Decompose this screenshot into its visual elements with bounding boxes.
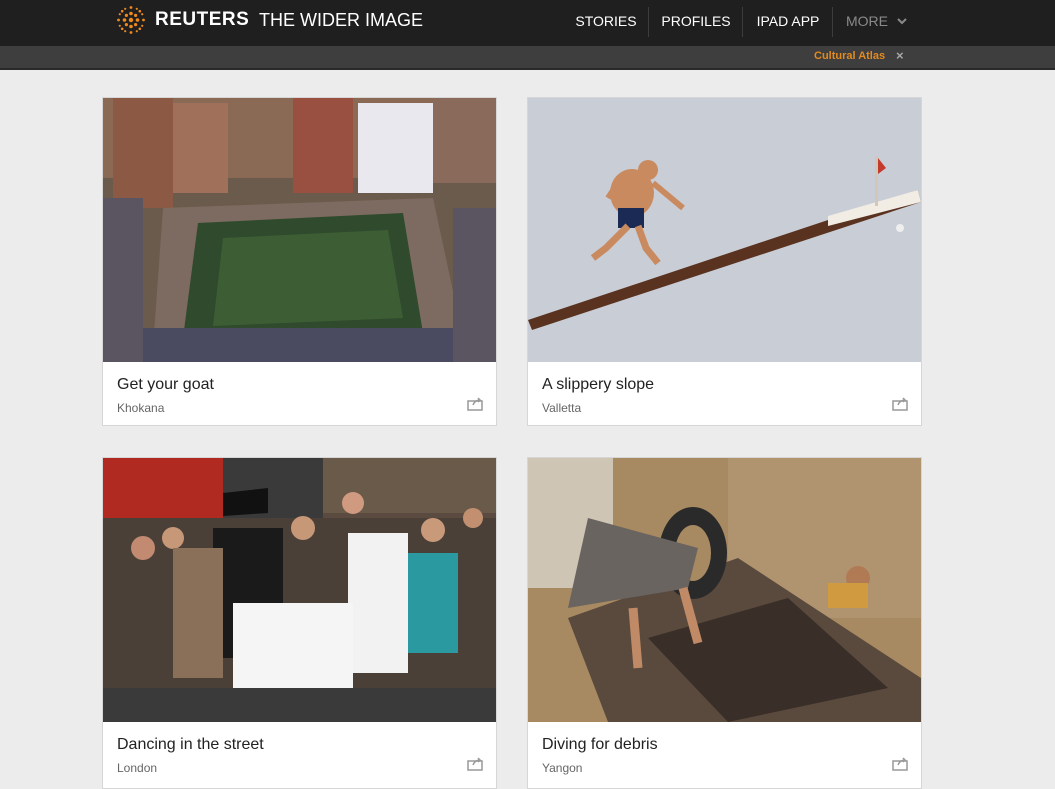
story-title[interactable]: Diving for debris (542, 736, 658, 754)
top-navigation-bar: REUTERS THE WIDER IMAGE STORIES PROFILES… (0, 0, 1055, 46)
story-title[interactable]: A slippery slope (542, 376, 654, 394)
nav-ipad-app[interactable]: IPAD APP (750, 0, 826, 46)
share-icon[interactable] (892, 757, 909, 771)
story-title[interactable]: Dancing in the street (117, 736, 264, 754)
story-location: Valletta (542, 401, 582, 415)
story-location: Yangon (542, 761, 583, 775)
share-icon[interactable] (892, 397, 909, 411)
reuters-logo-icon[interactable] (115, 4, 147, 36)
story-card[interactable]: Dancing in the street London (102, 457, 497, 789)
nav-divider (648, 7, 649, 37)
secondary-bar: Cultural Atlas × (0, 46, 1055, 70)
story-photo[interactable] (528, 98, 921, 362)
story-photo[interactable] (528, 458, 921, 722)
story-location: London (117, 761, 158, 775)
share-icon[interactable] (467, 757, 484, 771)
story-location: Khokana (117, 401, 165, 415)
story-photo[interactable] (103, 98, 496, 362)
site-title[interactable]: THE WIDER IMAGE (259, 10, 423, 31)
chevron-down-icon[interactable] (895, 14, 909, 28)
brand-name[interactable]: REUTERS (155, 9, 249, 31)
close-icon[interactable]: × (896, 48, 904, 63)
nav-divider (742, 7, 743, 37)
story-title[interactable]: Get your goat (117, 376, 214, 394)
story-card[interactable]: Diving for debris Yangon (527, 457, 922, 789)
nav-divider (832, 7, 833, 37)
nav-profiles[interactable]: PROFILES (656, 0, 736, 46)
story-card[interactable]: Get your goat Khokana (102, 97, 497, 426)
share-icon[interactable] (467, 397, 484, 411)
story-card[interactable]: A slippery slope Valletta (527, 97, 922, 426)
cultural-atlas-link[interactable]: Cultural Atlas (814, 50, 885, 62)
story-photo[interactable] (103, 458, 496, 722)
nav-stories[interactable]: STORIES (570, 0, 642, 46)
nav-more[interactable]: MORE (840, 0, 894, 46)
